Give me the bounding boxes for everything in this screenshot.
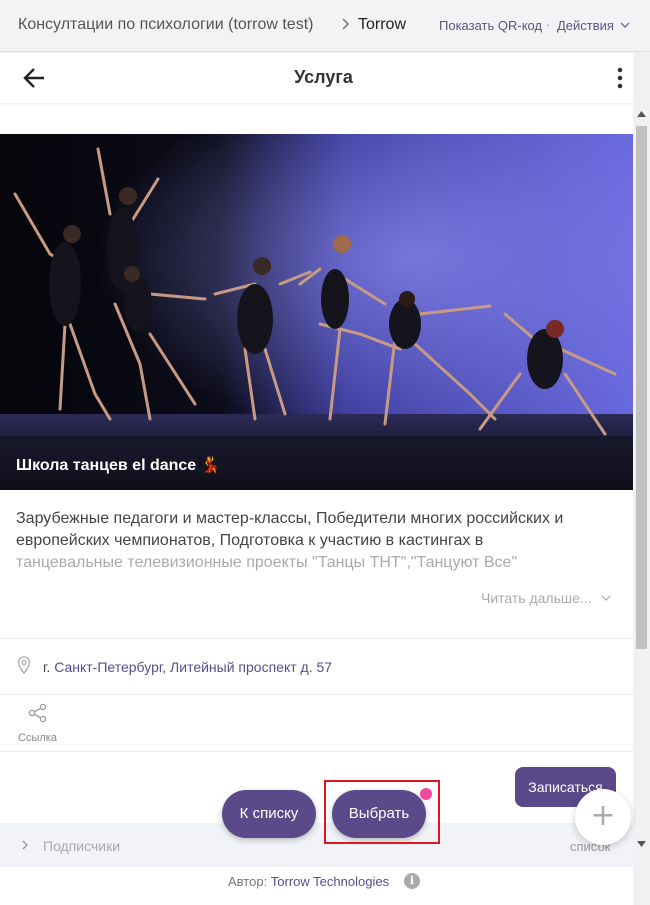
divider [0,751,633,752]
footer: Автор: Torrow Technologies i [0,867,633,905]
service-panel: Услуга Школа танцев el dance 💃 Зарубежны… [0,53,633,905]
description-line: Зарубежные педагоги и мастер-классы, Поб… [16,510,564,527]
author-link[interactable]: Torrow Technologies [271,874,389,889]
map-pin-icon [17,656,31,674]
subscribers-label: Подписчики [43,838,121,854]
info-icon[interactable]: i [404,873,420,889]
show-qr-link[interactable]: Показать QR-код [439,18,542,33]
service-address[interactable]: г. Санкт-Петербург, Литейный проспект д.… [43,659,332,675]
subscribers-row[interactable]: Подписчики список [0,823,633,867]
author-prefix: Автор: [228,874,268,889]
chevron-right-icon [22,840,28,850]
address-link[interactable]: Санкт-Петербург, Литейный проспект д. 57 [54,659,332,675]
scrollbar-thumb[interactable] [636,126,647,649]
app-header: Услуга [0,53,633,103]
breadcrumb-current[interactable]: Torrow [358,16,406,34]
to-list-button[interactable]: К списку [222,790,316,838]
address-prefix: г. [43,659,51,675]
service-cover-image: Школа танцев el dance 💃 [0,134,633,490]
divider [0,694,633,695]
share-icon[interactable] [28,703,48,723]
read-more-link[interactable]: Читать дальше... [481,590,592,606]
chevron-down-icon[interactable] [620,21,630,29]
share-label[interactable]: Ссылка [18,732,57,744]
chevron-right-icon [342,18,350,30]
service-description: Зарубежные педагоги и мастер-классы, Поб… [16,508,616,574]
breadcrumb: Консултации по психологии (torrow test) … [0,0,650,52]
breadcrumb-parent[interactable]: Консултации по психологии (torrow test) [18,16,313,34]
scroll-down-icon[interactable] [637,841,646,847]
chevron-down-icon[interactable] [601,594,611,602]
scroll-up-icon[interactable] [637,111,646,117]
notification-dot [420,788,432,800]
actions-menu[interactable]: Действия [557,18,614,33]
divider [0,638,633,639]
choose-button[interactable]: Выбрать [332,790,426,838]
service-title: Школа танцев el dance 💃 [16,457,221,474]
description-line: европейских чемпионатов, Подготовка к уч… [16,532,484,549]
description-line-faded: танцевальные телевизионные проекты "Танц… [16,554,518,571]
page-title: Услуга [294,67,353,87]
plus-icon[interactable]: + [575,789,631,845]
cover-caption: Школа танцев el dance 💃 [0,436,633,490]
kebab-menu-icon[interactable] [612,66,628,90]
author-line: Автор: Torrow Technologies [228,874,389,889]
separator-dot: · [546,17,551,32]
scrollbar[interactable] [633,53,650,905]
